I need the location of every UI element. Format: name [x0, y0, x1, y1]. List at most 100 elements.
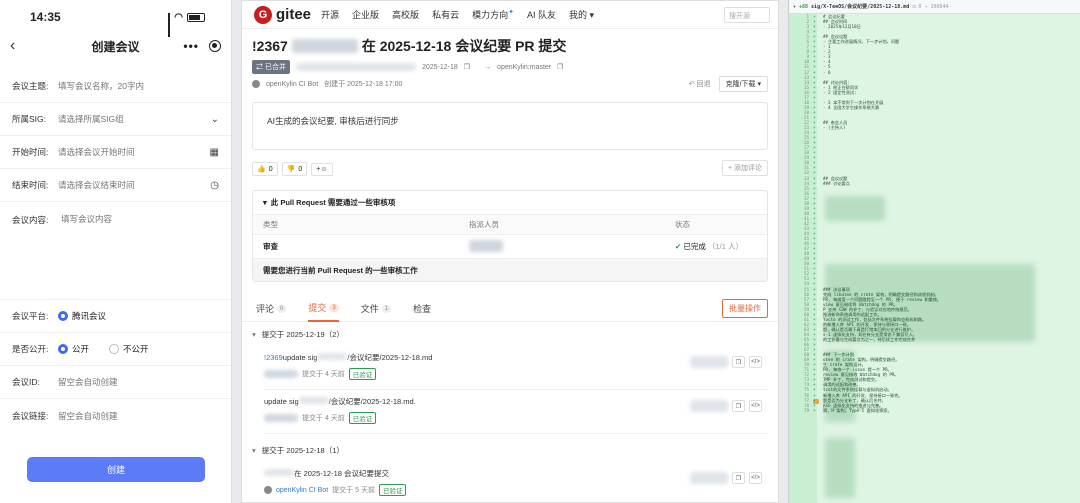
verified-badge: 已验证	[378, 484, 407, 496]
tab-commits[interactable]: 提交 3	[308, 296, 339, 322]
meeting-id-label: 会议ID:	[12, 377, 40, 387]
public-yes-radio[interactable]: 公开	[58, 343, 89, 355]
wifi-icon: ◠	[174, 11, 183, 23]
nav-item-opensource[interactable]: 开源	[321, 8, 339, 21]
smiley-icon: +☺	[316, 165, 328, 173]
sig-row[interactable]: 所属SIG: ⌄	[0, 103, 231, 136]
signal-icon	[168, 12, 171, 37]
tab-checks[interactable]: 检查	[413, 296, 431, 322]
status-badge: ⇄ 已合并	[252, 60, 290, 74]
start-time-row[interactable]: 开始时间: ▦	[0, 136, 231, 169]
nav-item-moli[interactable]: 模力方向✦	[472, 8, 514, 21]
copy-icon[interactable]: ❐	[732, 472, 745, 484]
start-time-input[interactable]	[58, 147, 207, 157]
source-branch[interactable]: 2025-12-18	[422, 64, 458, 71]
thumbs-down-button[interactable]: 👎 0	[281, 162, 308, 176]
review-table-header: 类型 指派人员 状态	[253, 215, 767, 235]
tab-comments[interactable]: 评论 0	[256, 296, 287, 322]
tab-files[interactable]: 文件 1	[361, 296, 392, 322]
content-label: 会议内容:	[12, 215, 49, 225]
commit-meta: 提交于 4 天前 已验证	[264, 412, 768, 424]
gitee-logo-icon: G	[254, 5, 272, 24]
commit-group: ▾ 提交于 2025-12-19（2） !2369update sig/会议纪要…	[242, 322, 778, 502]
copy-icon[interactable]: ❐	[912, 4, 915, 10]
add-reaction-button[interactable]: +☺	[311, 162, 333, 176]
file-mode: 0 → 100644	[918, 3, 949, 10]
chevron-down-icon: ⌄	[210, 113, 219, 125]
battery-icon	[187, 12, 205, 22]
pr-author[interactable]: openKylin CI Bot	[266, 81, 318, 88]
meeting-link-input[interactable]	[58, 410, 219, 421]
code-icon[interactable]: </>	[749, 356, 762, 368]
topic-input[interactable]	[58, 81, 219, 91]
thumbs-up-button[interactable]: 👍 0	[252, 162, 278, 176]
verified-badge: 已验证	[348, 368, 377, 380]
copy-icon[interactable]: ❐	[732, 356, 745, 368]
nav-item-enterprise[interactable]: 企业版	[352, 8, 379, 21]
commit-meta: openKylin CI Bot 提交于 5 天前 已验证	[264, 484, 768, 496]
calendar-icon: ▦	[209, 146, 219, 158]
create-button[interactable]: 创建	[27, 457, 205, 482]
more-icon[interactable]: •••	[183, 39, 199, 53]
public-no-radio[interactable]: 不公开	[109, 343, 149, 355]
avatar	[264, 486, 272, 494]
nav-item-mine[interactable]: 我的 ▾	[569, 8, 594, 21]
caret-down-icon: ▾	[252, 445, 256, 455]
commit-group-heading[interactable]: ▾ 提交于 2025-12-19（2）	[252, 322, 768, 346]
nav-item-ai[interactable]: AI 队友	[527, 8, 556, 21]
end-time-row[interactable]: 结束时间: ◷	[0, 169, 231, 202]
thumbs-up-icon: 👍	[257, 166, 266, 173]
copy-icon[interactable]: ❐	[464, 63, 470, 71]
nav-item-private-cloud[interactable]: 私有云	[432, 8, 459, 21]
redacted-avatars	[469, 239, 503, 252]
nav-item-education[interactable]: 高校版	[392, 8, 419, 21]
platform-tencent-radio[interactable]: 腾讯会议	[58, 310, 106, 322]
commit-meta: 提交于 4 天前 已验证	[264, 368, 768, 380]
code-icon[interactable]: </>	[749, 472, 762, 484]
back-icon[interactable]: ‹	[10, 37, 15, 55]
close-miniprogram-icon[interactable]	[209, 40, 221, 52]
nav-bar: ‹ 创建会议 •••	[0, 34, 231, 58]
start-time-label: 开始时间:	[12, 147, 49, 157]
clock-icon: ◷	[210, 179, 219, 191]
add-comment-button[interactable]: + 添加评论	[721, 160, 768, 176]
redacted-author	[264, 370, 298, 378]
clone-download-button[interactable]: 克隆/下载 ▾	[718, 76, 768, 92]
end-time-label: 结束时间:	[12, 180, 49, 190]
gitee-logo[interactable]: G gitee	[254, 5, 311, 24]
review-requirements: ▾ 此 Pull Request 需要通过一些审核项 类型 指派人员 状态 审查…	[252, 190, 768, 282]
pr-author-row: openKylin CI Bot 创建于 2025-12-18 17:00 ↶ …	[242, 74, 778, 94]
redacted-block	[825, 438, 855, 498]
meeting-link-label: 会议链接:	[12, 410, 49, 421]
code-icon[interactable]: </>	[749, 400, 762, 412]
content-row: 会议内容:	[0, 202, 231, 300]
public-row: 是否公开: 公开 不公开	[0, 333, 231, 366]
search-input[interactable]: 搜开源	[724, 7, 770, 23]
end-time-input[interactable]	[58, 180, 207, 190]
reactions: 👍 0 👎 0 +☺ + 添加评论	[242, 160, 778, 178]
sig-select[interactable]	[58, 114, 207, 124]
verified-badge: 已验证	[348, 412, 377, 424]
rollback-button[interactable]: ↶ 回退	[689, 79, 711, 89]
batch-operation-button[interactable]: 批量操作	[722, 299, 768, 318]
review-table-row: 审查 ✔ 已完成 （1/1 人）	[253, 235, 767, 259]
review-heading[interactable]: ▾ 此 Pull Request 需要通过一些审核项	[253, 191, 767, 215]
status-time: 14:35	[30, 10, 61, 24]
radio-unchecked-icon	[109, 344, 120, 354]
topic-label: 会议主题:	[12, 81, 49, 91]
commit-item: !2369update sig/会议纪要/2025-12-18.md 提交于 4…	[264, 346, 768, 390]
commit-group-heading[interactable]: ▾ 提交于 2025-12-18（1）	[252, 438, 768, 462]
meeting-link-row: 会议链接:	[0, 399, 231, 432]
redacted-sig	[264, 469, 294, 476]
copy-icon[interactable]: ❐	[732, 400, 745, 412]
redacted-sig	[317, 353, 348, 360]
target-branch[interactable]: openKylin:master	[497, 64, 551, 71]
diff-file-path[interactable]: sig/X-TeeOS/会议纪要/2025-12-18.md	[811, 3, 909, 10]
copy-icon[interactable]: ❐	[557, 63, 563, 71]
caret-down-icon: ▾	[252, 329, 256, 339]
content-textarea[interactable]	[61, 214, 219, 224]
meeting-id-input[interactable]	[58, 377, 219, 387]
caret-down-icon[interactable]: ▾	[793, 4, 796, 10]
diff-body: No newline at end of file 1 + # 会议纪要 2 + ## 会…	[789, 14, 1080, 503]
meeting-form: 会议主题: 所属SIG: ⌄ 开始时间: ▦ 结束时间: ◷ 会议内容:	[0, 70, 231, 432]
